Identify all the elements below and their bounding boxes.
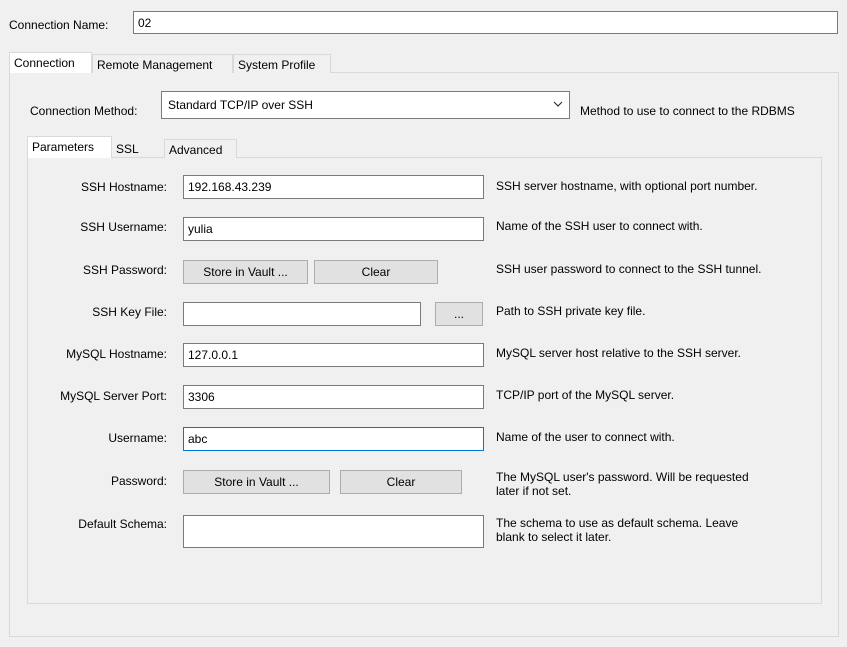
tab-advanced[interactable]: Advanced	[164, 139, 237, 158]
connection-name-input[interactable]: 02	[133, 11, 838, 34]
chevron-down-icon	[553, 101, 563, 107]
default-schema-description-line1: The schema to use as default schema. Lea…	[496, 516, 739, 530]
tab-ssl[interactable]: SSL	[112, 139, 164, 158]
ssh-hostname-input[interactable]: 192.168.43.239	[183, 175, 484, 199]
connection-method-select[interactable]: Standard TCP/IP over SSH	[161, 91, 570, 119]
connection-method-description: Method to use to connect to the RDBMS	[580, 104, 795, 118]
password-description-line1: The MySQL user's password. Will be reque…	[496, 470, 749, 484]
mysql-hostname-label: MySQL Hostname:	[66, 347, 167, 361]
mysql-hostname-description: MySQL server host relative to the SSH se…	[496, 346, 741, 360]
ssh-key-file-label: SSH Key File:	[92, 305, 167, 319]
mysql-port-description: TCP/IP port of the MySQL server.	[496, 388, 675, 402]
password-clear-button[interactable]: Clear	[340, 470, 462, 494]
default-schema-input[interactable]	[183, 515, 484, 548]
username-input[interactable]: abc	[183, 427, 484, 451]
connection-method-value: Standard TCP/IP over SSH	[168, 98, 313, 112]
ssh-password-description: SSH user password to connect to the SSH …	[496, 262, 762, 276]
ssh-password-clear-button[interactable]: Clear	[314, 260, 438, 284]
ssh-key-file-input[interactable]	[183, 302, 421, 326]
password-label: Password:	[110, 474, 167, 488]
connection-name-label: Connection Name:	[9, 18, 109, 32]
mysql-hostname-input[interactable]: 127.0.0.1	[183, 343, 484, 367]
ssh-key-file-description: Path to SSH private key file.	[496, 304, 646, 318]
tab-connection[interactable]: Connection	[9, 52, 92, 73]
tab-connection-label: Connection	[14, 56, 75, 70]
tab-advanced-label: Advanced	[169, 143, 223, 157]
password-description-line2: later if not set.	[496, 484, 572, 498]
ssh-username-label: SSH Username:	[80, 220, 167, 234]
tab-parameters[interactable]: Parameters	[27, 136, 112, 158]
ssh-hostname-description: SSH server hostname, with optional port …	[496, 179, 758, 193]
username-label: Username:	[108, 431, 167, 445]
password-store-button[interactable]: Store in Vault ...	[183, 470, 330, 494]
tab-ssl-label: SSL	[116, 142, 139, 156]
default-schema-label: Default Schema:	[78, 517, 167, 531]
ssh-username-input[interactable]: yulia	[183, 217, 484, 241]
ssh-password-store-button[interactable]: Store in Vault ...	[183, 260, 308, 284]
mysql-port-input[interactable]: 3306	[183, 385, 484, 409]
username-description: Name of the user to connect with.	[496, 430, 675, 444]
ssh-key-file-browse-button[interactable]: ...	[435, 302, 483, 326]
ssh-hostname-label: SSH Hostname:	[80, 180, 167, 194]
tab-remote-management[interactable]: Remote Management	[92, 54, 233, 73]
connection-method-label: Connection Method:	[30, 104, 138, 118]
ssh-username-description: Name of the SSH user to connect with.	[496, 219, 703, 233]
tab-system-profile-label: System Profile	[238, 58, 316, 72]
default-schema-description-line2: blank to select it later.	[496, 530, 612, 544]
tab-remote-management-label: Remote Management	[97, 58, 213, 72]
tab-system-profile[interactable]: System Profile	[233, 54, 331, 73]
tab-parameters-label: Parameters	[32, 140, 95, 154]
ssh-password-label: SSH Password:	[82, 263, 167, 277]
mysql-port-label: MySQL Server Port:	[60, 389, 167, 403]
